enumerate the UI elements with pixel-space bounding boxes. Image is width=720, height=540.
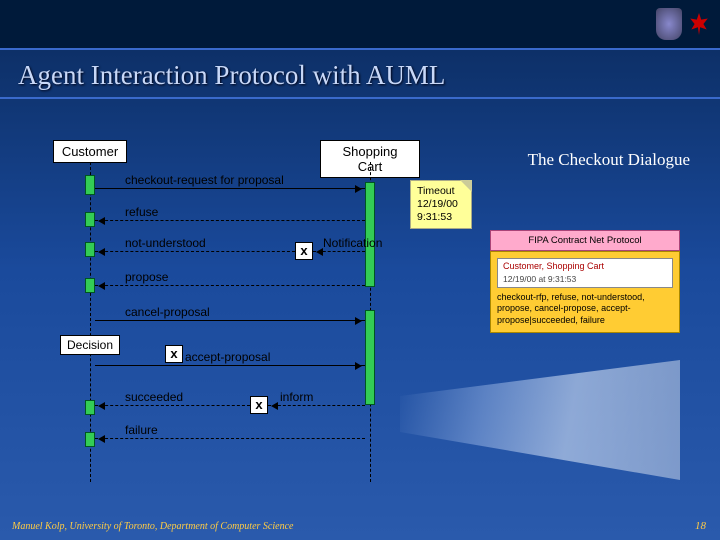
arrow bbox=[95, 405, 250, 406]
note-line1: Timeout bbox=[417, 185, 465, 198]
arrow bbox=[95, 188, 365, 189]
maple-leaf-icon bbox=[688, 13, 710, 35]
decision-box: Decision bbox=[60, 335, 120, 355]
msg-accept-proposal: accept-proposal bbox=[185, 350, 270, 364]
lifeline-cart: Shopping Cart bbox=[320, 140, 420, 178]
activation-bar bbox=[85, 175, 95, 195]
crest-icon bbox=[656, 8, 682, 40]
protocol-info-panel: FIPA Contract Net Protocol Customer, Sho… bbox=[490, 230, 680, 333]
logo-area bbox=[656, 8, 710, 40]
x-connector: x bbox=[165, 345, 183, 363]
arrow bbox=[95, 365, 365, 366]
arrow bbox=[95, 220, 365, 221]
arrow bbox=[95, 438, 365, 439]
msg-propose: propose bbox=[125, 270, 168, 284]
slide-subtitle: The Checkout Dialogue bbox=[528, 150, 690, 170]
protocol-head: FIPA Contract Net Protocol bbox=[490, 230, 680, 251]
arrow bbox=[313, 251, 365, 252]
slide-title: Agent Interaction Protocol with AUML bbox=[0, 50, 720, 99]
arrow bbox=[268, 405, 365, 406]
msg-failure: failure bbox=[125, 423, 158, 437]
arrow bbox=[95, 285, 365, 286]
timeout-note: Timeout 12/19/00 9:31:53 bbox=[410, 180, 472, 229]
protocol-datetime: 12/19/00 at 9:31:53 bbox=[498, 273, 672, 287]
arrow bbox=[95, 320, 365, 321]
msg-succeeded: succeeded bbox=[125, 390, 183, 404]
activation-bar bbox=[365, 310, 375, 405]
protocol-roles-box: Customer, Shopping Cart 12/19/00 at 9:31… bbox=[497, 258, 673, 288]
msg-refuse: refuse bbox=[125, 205, 158, 219]
activation-bar bbox=[365, 182, 375, 287]
x-connector: x bbox=[295, 242, 313, 260]
page-number: 18 bbox=[695, 520, 706, 532]
note-line2: 12/19/00 bbox=[417, 198, 465, 211]
top-bar bbox=[0, 0, 720, 50]
protocol-text: checkout-rfp, refuse, not-understood, pr… bbox=[497, 292, 673, 326]
arrow bbox=[95, 251, 295, 252]
msg-notification: Notification bbox=[323, 236, 382, 250]
protocol-roles: Customer, Shopping Cart bbox=[498, 259, 672, 273]
msg-cancel-proposal: cancel-proposal bbox=[125, 305, 210, 319]
msg-checkout-rfp: checkout-request for proposal bbox=[125, 173, 284, 187]
msg-inform: inform bbox=[280, 390, 313, 404]
sequence-diagram: Customer Shopping Cart checkout-request … bbox=[30, 140, 440, 480]
lifeline-customer: Customer bbox=[40, 140, 140, 163]
x-connector: x bbox=[250, 396, 268, 414]
note-line3: 9:31:53 bbox=[417, 211, 465, 224]
spotlight-overlay bbox=[400, 360, 680, 480]
protocol-body: Customer, Shopping Cart 12/19/00 at 9:31… bbox=[490, 251, 680, 333]
footer-author: Manuel Kolp, University of Toronto, Depa… bbox=[12, 521, 293, 532]
lifeline-customer-label: Customer bbox=[53, 140, 127, 163]
msg-not-understood: not-understood bbox=[125, 236, 206, 250]
